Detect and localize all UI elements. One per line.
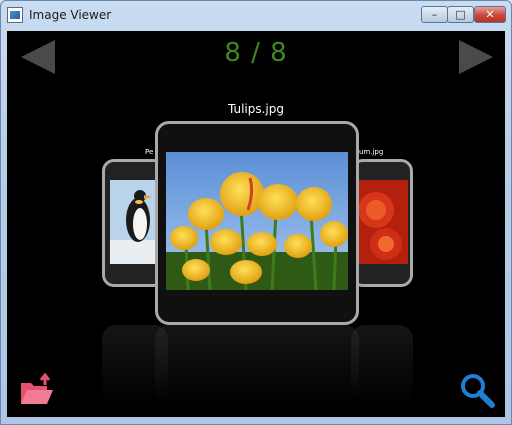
app-icon xyxy=(7,7,23,23)
current-image-caption: Tulips.jpg xyxy=(227,102,285,116)
right-arrow-icon[interactable] xyxy=(459,40,493,74)
magnifier-icon[interactable] xyxy=(458,371,496,409)
title-bar[interactable]: Image Viewer – □ ✕ xyxy=(1,1,511,31)
minimize-button[interactable]: – xyxy=(421,6,448,23)
right-image-caption: um.jpg xyxy=(359,148,384,156)
chrysanthemum-photo xyxy=(356,180,408,264)
maximize-button[interactable]: □ xyxy=(447,6,474,23)
tulips-photo xyxy=(166,152,348,290)
open-folder-icon[interactable] xyxy=(19,372,55,407)
viewer-area: 8 / 8 Pe um.jpg Tulips.jpg xyxy=(7,31,505,417)
image-viewer-window: Image Viewer – □ ✕ 8 / 8 Pe um.jpg Tulip… xyxy=(0,0,512,425)
current-image-card[interactable] xyxy=(155,121,359,325)
image-counter: 8 / 8 xyxy=(224,38,288,68)
thumbnail-chrysanthemum[interactable] xyxy=(351,159,413,287)
close-button[interactable]: ✕ xyxy=(474,6,506,23)
reflection-center xyxy=(155,325,359,417)
reflection-right xyxy=(351,325,413,417)
window-title: Image Viewer xyxy=(29,8,112,22)
